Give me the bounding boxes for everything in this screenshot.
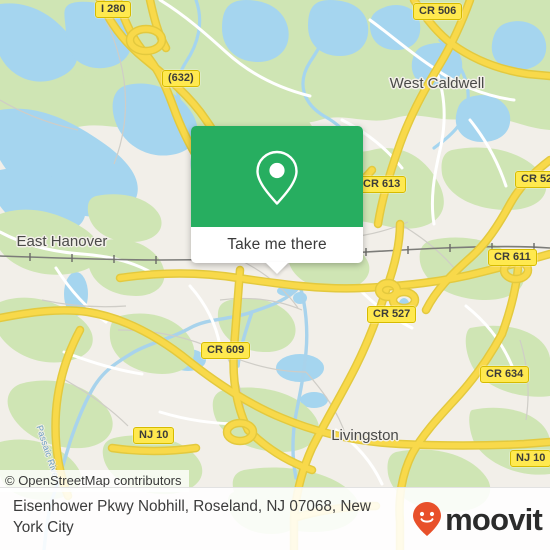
footer-bar: Eisenhower Pkwy Nobhill, Roseland, NJ 07…: [0, 487, 550, 550]
take-me-there-label: Take me there: [227, 236, 327, 253]
road-shield[interactable]: CR 527: [367, 306, 417, 324]
road-shield[interactable]: CR 634: [480, 366, 530, 384]
map-pin-icon: [256, 150, 298, 205]
road-shield[interactable]: CR 609: [201, 342, 251, 360]
road-shield[interactable]: I 280: [95, 1, 132, 19]
road-shield[interactable]: CR 52: [515, 171, 550, 189]
popup-icon-area: [191, 126, 363, 227]
popup-pointer-tail: [265, 262, 289, 274]
location-title: Eisenhower Pkwy Nobhill, Roseland, NJ 07…: [13, 498, 371, 537]
take-me-there-button[interactable]: Take me there: [191, 227, 363, 274]
road-shield[interactable]: (632): [162, 70, 200, 88]
road-shield[interactable]: CR 506: [413, 3, 463, 21]
road-shield[interactable]: CR 611: [488, 249, 537, 267]
road-shield[interactable]: CR 613: [357, 176, 407, 194]
map-vector-layer: [0, 0, 550, 550]
road-shield[interactable]: NJ 10: [510, 450, 550, 468]
location-popup-card[interactable]: Take me there: [191, 126, 363, 274]
moovit-logo[interactable]: moovit: [411, 501, 543, 537]
map-screenshot: West Caldwell East Hanover Livingston Pa…: [0, 0, 550, 550]
moovit-pin-icon: [413, 502, 442, 536]
moovit-wordmark: moovit: [445, 501, 543, 537]
map-canvas[interactable]: West Caldwell East Hanover Livingston Pa…: [0, 0, 550, 550]
road-shield[interactable]: NJ 10: [133, 427, 175, 445]
